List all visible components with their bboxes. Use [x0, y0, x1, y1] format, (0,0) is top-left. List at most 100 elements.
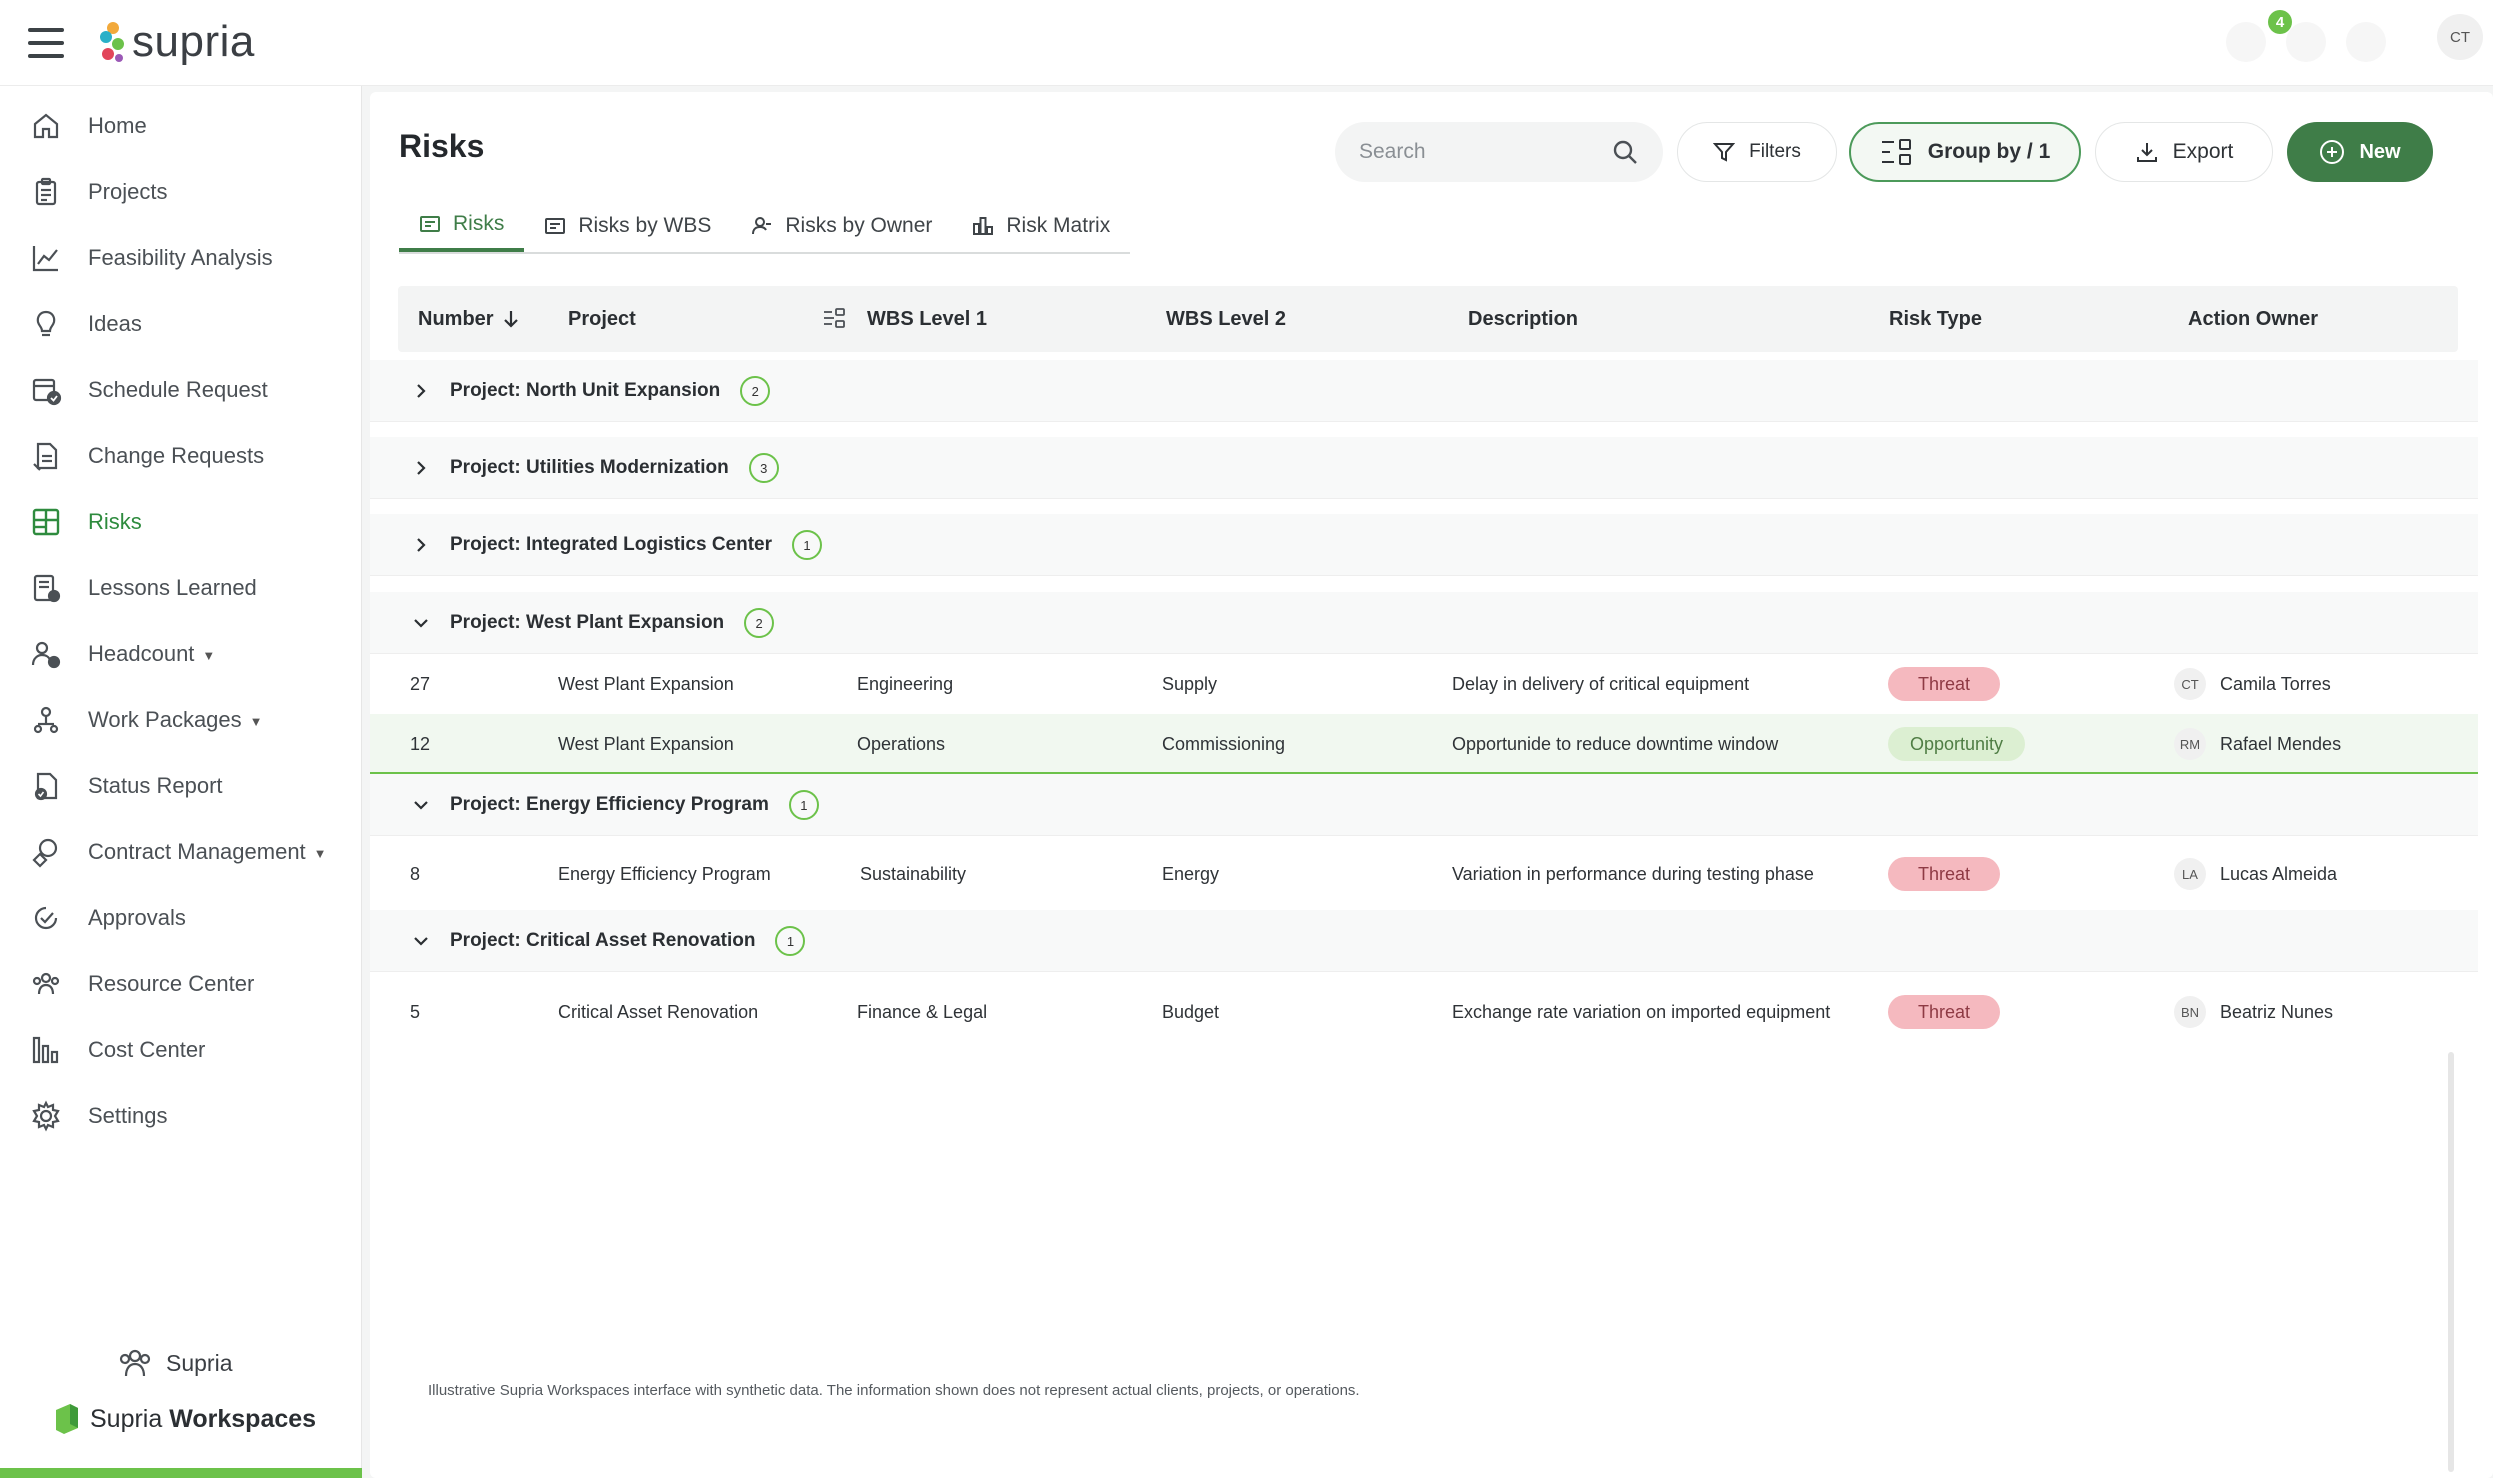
chevron-down-icon[interactable]: [410, 612, 432, 634]
column-header-project[interactable]: Project: [568, 286, 636, 352]
team-icon: [32, 972, 60, 995]
cell-action-owner[interactable]: CT Camila Torres: [2174, 654, 2331, 714]
cell-wbs-level-1: Operations: [857, 733, 946, 754]
sidebar-item-headcount[interactable]: Headcount ▼: [0, 626, 362, 682]
sidebar-item-settings[interactable]: Settings: [0, 1088, 362, 1144]
table-row[interactable]: 5 Critical Asset Renovation Finance & Le…: [370, 982, 2478, 1042]
group-row[interactable]: Project: North Unit Expansion 2: [370, 360, 2478, 422]
group-by-button[interactable]: Group by / 1: [1849, 122, 2081, 182]
sidebar-item-projects[interactable]: Projects: [0, 164, 362, 220]
apps-icon[interactable]: [2226, 22, 2266, 62]
column-header-number[interactable]: Number: [418, 286, 520, 352]
risk-type-badge: Threat: [1888, 995, 2001, 1029]
tab-risks-by-owner[interactable]: Risks by Owner: [731, 200, 952, 252]
search-input[interactable]: [1359, 122, 1609, 182]
tab-risks-by-wbs[interactable]: Risks by WBS: [524, 200, 731, 252]
table-row-selected[interactable]: 12 West Plant Expansion Operations Commi…: [370, 714, 2478, 774]
sidebar-item-status-report[interactable]: Status Report: [0, 758, 362, 814]
notification-badge[interactable]: 4: [2268, 10, 2292, 34]
group-title: Project: Integrated Logistics Center: [450, 534, 773, 555]
sidebar-item-cost-center[interactable]: Cost Center: [0, 1022, 362, 1078]
column-header-wbs-level-1[interactable]: WBS Level 1: [867, 286, 987, 352]
column-header-description[interactable]: Description: [1468, 286, 1578, 352]
filter-icon: [1713, 143, 1736, 162]
sidebar-item-lessons-learned[interactable]: Lessons Learned: [0, 560, 362, 616]
tab-risks[interactable]: Risks: [399, 200, 525, 252]
sidebar-item-feasibility-analysis[interactable]: Feasibility Analysis: [0, 230, 362, 286]
filters-button[interactable]: Filters: [1677, 122, 1837, 182]
sidebar: Home Projects Feasibility Analysis Ideas…: [0, 86, 362, 1478]
group-row[interactable]: Project: West Plant Expansion 2: [370, 592, 2478, 654]
cell-action-owner[interactable]: BN Beatriz Nunes: [2174, 982, 2333, 1042]
group-title: Project: Utilities Modernization: [450, 457, 729, 478]
sidebar-item-ideas[interactable]: Ideas: [0, 296, 362, 352]
person-structure-icon: [33, 706, 59, 734]
tab-risk-matrix[interactable]: Risk Matrix: [952, 200, 1130, 252]
approval-icon: [34, 906, 58, 930]
group-title: Project: Energy Efficiency Program: [450, 794, 769, 815]
chevron-right-icon[interactable]: [410, 534, 432, 556]
cell-action-owner[interactable]: LA Lucas Almeida: [2174, 844, 2337, 904]
org-switcher[interactable]: Supria: [118, 1348, 232, 1378]
cell-project: West Plant Expansion: [558, 673, 734, 694]
column-header-risk-type[interactable]: Risk Type: [1889, 286, 1982, 352]
chevron-down-icon: ▼: [249, 713, 263, 729]
sidebar-item-risks[interactable]: Risks: [0, 494, 362, 550]
chevron-right-icon[interactable]: [410, 380, 432, 402]
avatar: RM: [2174, 728, 2206, 760]
table-row[interactable]: 27 West Plant Expansion Engineering Supp…: [370, 654, 2478, 714]
scrollbar[interactable]: [2448, 1052, 2454, 1472]
group-row[interactable]: Project: Utilities Modernization 3: [370, 437, 2478, 499]
owner-name: Beatriz Nunes: [2220, 1001, 2334, 1022]
report-icon: [34, 772, 58, 801]
people-icon: [31, 641, 61, 669]
search-icon[interactable]: [1611, 138, 1639, 166]
sidebar-item-label: Home: [88, 113, 147, 138]
group-row[interactable]: Project: Integrated Logistics Center 1: [370, 514, 2478, 576]
sidebar-item-approvals[interactable]: Approvals: [0, 890, 362, 946]
sort-desc-icon[interactable]: [502, 309, 520, 329]
sidebar-item-change-requests[interactable]: Change Requests: [0, 428, 362, 484]
cell-number: 5: [410, 1001, 421, 1022]
cell-description: Delay in delivery of critical equipment: [1452, 673, 1750, 694]
org-name: Supria: [166, 1349, 233, 1376]
cell-project: West Plant Expansion: [558, 733, 734, 754]
cell-action-owner[interactable]: RM Rafael Mendes: [2174, 714, 2341, 774]
sidebar-item-label: Resource Center: [88, 971, 255, 996]
owner-name: Lucas Almeida: [2220, 863, 2338, 884]
app-logo[interactable]: supria: [98, 14, 255, 70]
group-title: Project: West Plant Expansion: [450, 612, 725, 633]
help-icon[interactable]: [2286, 22, 2326, 62]
group-by-label: Group by / 1: [1927, 140, 2051, 163]
settings-shortcut-icon[interactable]: [2346, 22, 2386, 62]
column-header-action-owner[interactable]: Action Owner: [2188, 286, 2318, 352]
sidebar-item-schedule-request[interactable]: Schedule Request: [0, 362, 362, 418]
user-icon: [752, 217, 772, 235]
sidebar-item-contract-management[interactable]: Contract Management ▼: [0, 824, 362, 880]
tab-label: Risk Matrix: [1006, 214, 1111, 237]
cell-wbs-level-2: Supply: [1162, 673, 1218, 694]
chevron-down-icon[interactable]: [410, 930, 432, 952]
group-row[interactable]: Project: Energy Efficiency Program 1: [370, 774, 2478, 836]
search-box[interactable]: [1335, 122, 1663, 182]
column-header-wbs-level-2[interactable]: WBS Level 2: [1166, 286, 1286, 352]
export-button[interactable]: Export: [2095, 122, 2273, 182]
filters-label: Filters: [1749, 141, 1801, 162]
chevron-down-icon[interactable]: [410, 794, 432, 816]
menu-icon[interactable]: [28, 28, 64, 58]
group-row[interactable]: Project: Critical Asset Renovation 1: [370, 910, 2478, 972]
chevron-right-icon[interactable]: [410, 457, 432, 479]
gear-icon: [32, 1100, 60, 1132]
new-button[interactable]: New: [2287, 122, 2433, 182]
sidebar-item-home[interactable]: Home: [0, 98, 362, 154]
user-avatar[interactable]: CT: [2437, 14, 2483, 60]
column-settings-icon[interactable]: [820, 304, 848, 332]
tab-label: Risks by Owner: [785, 214, 933, 237]
sidebar-item-work-packages[interactable]: Work Packages ▼: [0, 692, 362, 748]
avatar: CT: [2174, 668, 2206, 700]
sidebar-item-label: Status Report: [88, 773, 223, 798]
chevron-down-icon: ▼: [202, 647, 216, 663]
table-row[interactable]: 8 Energy Efficiency Program Sustainabili…: [370, 844, 2478, 904]
avatar: BN: [2174, 996, 2206, 1028]
sidebar-item-resource-center[interactable]: Resource Center: [0, 956, 362, 1012]
